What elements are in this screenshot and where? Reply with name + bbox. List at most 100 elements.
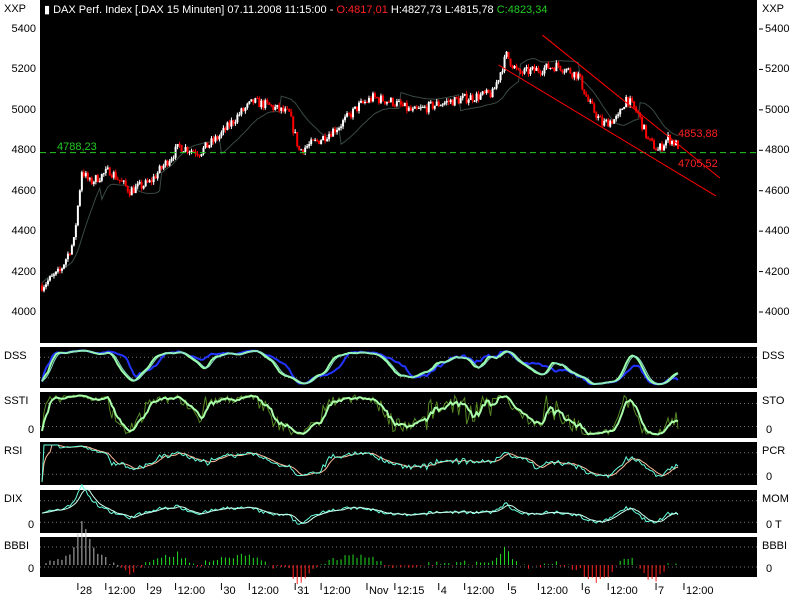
- panel-label-right: STO: [762, 395, 785, 407]
- x-tick-label: 6: [584, 585, 591, 597]
- candle-body: [340, 126, 343, 128]
- candle-body: [417, 108, 420, 110]
- right-unit-label: XXP: [762, 3, 785, 15]
- candle-body: [479, 94, 482, 100]
- candle-body: [383, 101, 386, 104]
- candle-body: [148, 180, 151, 183]
- candle-body: [445, 100, 448, 103]
- panel-label-right: DSS: [762, 350, 785, 362]
- candle-body: [54, 271, 57, 275]
- candle-body: [647, 137, 650, 139]
- candle-body: [477, 93, 480, 100]
- candle-body: [72, 237, 75, 246]
- open-value: O:4817,01: [336, 4, 388, 16]
- candle-body: [381, 95, 384, 102]
- candle-body: [427, 102, 430, 113]
- candle-body: [633, 101, 636, 108]
- y-tick-left: 5400: [11, 23, 36, 35]
- candle-body: [359, 100, 362, 103]
- candle-body: [68, 253, 71, 255]
- candle-body: [391, 97, 394, 106]
- candle-body: [435, 101, 438, 106]
- candle-body: [465, 93, 468, 103]
- candle-body: [467, 99, 470, 103]
- x-tick-label: 5: [510, 585, 517, 597]
- candle-body: [200, 154, 203, 157]
- candle-body: [264, 100, 267, 109]
- y-tick-right: 4800: [765, 144, 790, 157]
- candle-body: [607, 119, 610, 127]
- candle-body: [320, 140, 323, 144]
- candle-body: [533, 66, 536, 71]
- candle-body: [94, 175, 97, 182]
- candle-body: [234, 122, 237, 124]
- candle-body: [669, 134, 672, 145]
- y-tick-right: 5000: [765, 103, 790, 116]
- candle-body: [643, 124, 646, 130]
- candle-body: [631, 98, 634, 102]
- candle-body: [238, 114, 241, 116]
- candle-body: [515, 65, 518, 69]
- candle-body: [471, 95, 474, 101]
- candle-body: [459, 98, 462, 104]
- candle-body: [132, 187, 135, 194]
- candle-body: [587, 96, 590, 102]
- y-tick-left: 4000: [11, 306, 36, 318]
- candle-body: [437, 101, 440, 106]
- chart-header: ▮ DAX Perf. Index [.DAX 15 Minuten] 07.1…: [44, 3, 547, 16]
- candle-body: [415, 106, 418, 109]
- candle-body: [352, 108, 355, 118]
- candle-body: [511, 65, 514, 69]
- x-tick-label: 12:00: [466, 585, 495, 597]
- candle-body: [342, 120, 345, 127]
- candle-body: [495, 82, 498, 89]
- candle-body: [112, 172, 115, 178]
- panel-label-left: DIX: [4, 493, 23, 505]
- candle-body: [98, 180, 101, 183]
- candle-body: [116, 179, 119, 181]
- candle-body: [164, 160, 167, 166]
- candle-body: [64, 259, 67, 265]
- candle-body: [228, 122, 231, 127]
- price-panel: [40, 0, 757, 343]
- candle-body: [186, 147, 189, 153]
- candle-body: [401, 104, 404, 107]
- candle-body: [663, 145, 666, 151]
- candle-body: [304, 147, 307, 153]
- candle-body: [597, 116, 600, 119]
- candle-body: [641, 116, 644, 130]
- candle-body: [407, 107, 410, 111]
- candle-body: [294, 131, 297, 133]
- candle-body: [178, 144, 181, 146]
- channel-label-upper: 4853,88: [678, 128, 718, 140]
- chart-canvas[interactable]: [0, 0, 800, 600]
- close-value: C:4823,34: [496, 4, 548, 16]
- candle-body: [469, 95, 472, 100]
- x-tick-label: 12:00: [610, 585, 638, 597]
- candle-body: [573, 71, 576, 78]
- candle-body: [70, 245, 73, 255]
- candle-body: [485, 89, 488, 94]
- candle-body: [336, 129, 339, 133]
- candle-body: [298, 146, 301, 150]
- candle-body: [284, 108, 287, 112]
- candle-body: [66, 253, 69, 260]
- candle-body: [403, 102, 406, 107]
- candle-body: [176, 144, 179, 147]
- candle-body: [312, 139, 315, 141]
- candle-body: [82, 172, 85, 177]
- x-tick-label: 30: [223, 585, 236, 597]
- candle-body: [561, 70, 564, 73]
- candle-body: [126, 186, 129, 192]
- candle-body: [517, 68, 520, 70]
- candle-body: [166, 160, 169, 166]
- candle-body: [348, 113, 351, 115]
- candle-body: [330, 134, 333, 137]
- candle-body: [603, 120, 606, 126]
- candle-body: [457, 98, 460, 104]
- candle-body: [42, 287, 45, 291]
- x-tick-label: 12:00: [251, 585, 279, 597]
- candle-body: [230, 120, 233, 127]
- candle-body: [567, 68, 570, 70]
- candle-body: [52, 274, 55, 276]
